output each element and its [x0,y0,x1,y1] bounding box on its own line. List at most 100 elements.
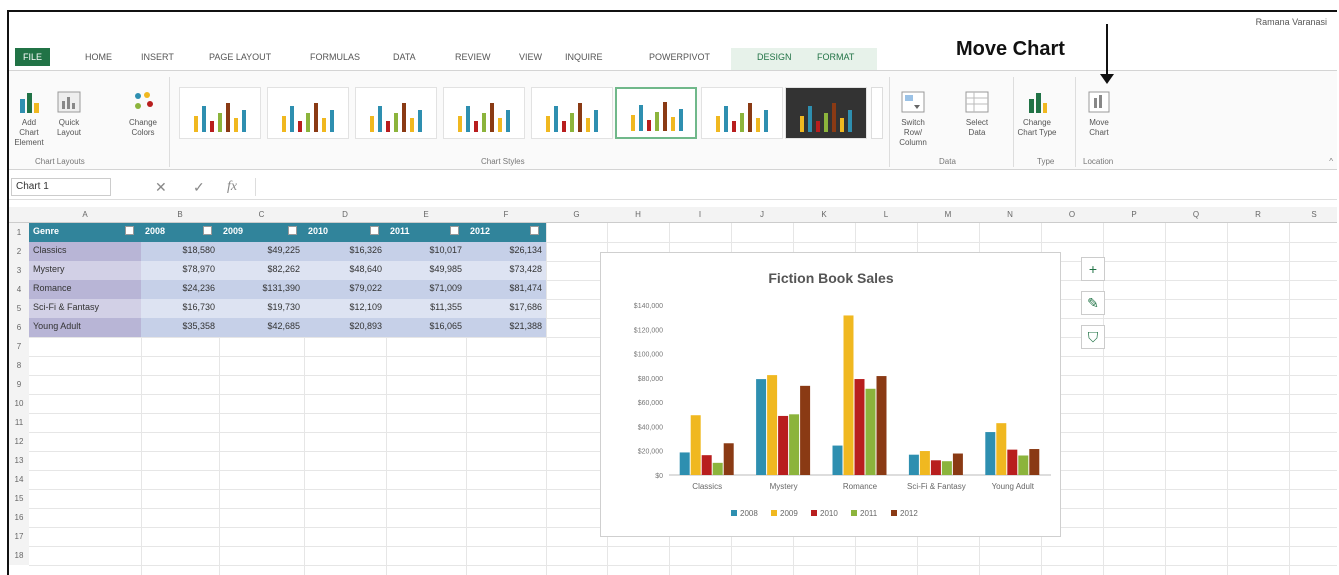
chart-style-thumb[interactable] [785,87,867,139]
plus-icon[interactable]: + [1081,257,1105,281]
tab-inquire[interactable]: INQUIRE [565,52,603,62]
row-header[interactable]: 16 [9,508,29,527]
bar-2012-sci-fi-fantasy[interactable] [952,453,963,475]
bar-2009-young-adult[interactable] [996,423,1007,475]
row-header[interactable]: 7 [9,337,29,356]
name-box[interactable]: Chart 1 [11,178,111,196]
select-data-button[interactable]: Select Data [959,89,995,138]
bar-2009-classics[interactable] [690,415,701,475]
chart-style-thumb[interactable] [443,87,525,139]
formula-input[interactable] [255,178,1335,196]
table-cell[interactable]: $16,730 [141,299,219,318]
chart-style-thumb[interactable] [701,87,783,139]
bar-2008-young-adult[interactable] [985,432,996,475]
table-cell[interactable]: $78,970 [141,261,219,280]
table-cell[interactable]: $19,730 [219,299,304,318]
tab-review[interactable]: REVIEW [455,52,491,62]
filter-dropdown-icon[interactable] [203,226,212,235]
filter-icon[interactable]: ⛉ [1081,325,1105,349]
collapse-ribbon-icon[interactable]: ^ [1329,157,1333,166]
bar-2008-sci-fi-fantasy[interactable] [908,454,919,475]
user-name[interactable]: Ramana Varanasi [1256,17,1327,27]
table-cell[interactable]: $49,225 [219,242,304,261]
bar-2011-romance[interactable] [865,388,876,475]
table-header-cell[interactable]: 2012 [466,223,546,242]
bar-2010-sci-fi-fantasy[interactable] [930,460,941,475]
column-header[interactable]: M [917,210,979,219]
table-header-cell[interactable]: Genre [29,223,141,242]
row-header[interactable]: 15 [9,489,29,508]
enter-icon[interactable]: ✓ [193,179,205,196]
column-header[interactable]: I [669,210,731,219]
row-header[interactable]: 12 [9,432,29,451]
quick-layout-button[interactable]: Quick Layout [51,89,87,138]
table-cell[interactable]: $49,985 [386,261,466,280]
legend-entry[interactable]: 2009 [780,509,798,518]
table-cell[interactable]: $18,580 [141,242,219,261]
table-cell[interactable]: $82,262 [219,261,304,280]
tab-page-layout[interactable]: PAGE LAYOUT [209,52,271,62]
table-cell[interactable]: $21,388 [466,318,546,337]
bar-2011-sci-fi-fantasy[interactable] [941,461,952,475]
gallery-scroll-icon[interactable] [871,87,883,139]
table-cell[interactable]: $12,109 [304,299,386,318]
column-header[interactable]: N [979,210,1041,219]
bar-2009-romance[interactable] [843,315,854,475]
legend-entry[interactable]: 2011 [860,509,878,518]
table-cell[interactable]: $16,326 [304,242,386,261]
legend-entry[interactable]: 2012 [900,509,918,518]
filter-dropdown-icon[interactable] [450,226,459,235]
row-header[interactable]: 4 [9,280,29,299]
column-header[interactable]: L [855,210,917,219]
filter-dropdown-icon[interactable] [288,226,297,235]
legend-entry[interactable]: 2010 [820,509,838,518]
bar-2012-mystery[interactable] [800,385,811,475]
chart-style-thumb[interactable] [615,87,697,139]
filter-dropdown-icon[interactable] [530,226,539,235]
table-cell[interactable]: $10,017 [386,242,466,261]
bar-2012-classics[interactable] [723,443,734,475]
change-chart-type-button[interactable]: Change Chart Type [1017,89,1057,138]
row-header[interactable]: 6 [9,318,29,337]
table-cell[interactable]: $26,134 [466,242,546,261]
tab-file[interactable]: FILE [15,48,51,66]
tab-data[interactable]: DATA [393,52,416,62]
column-header[interactable]: E [386,210,466,219]
table-header-cell[interactable]: 2011 [386,223,466,242]
column-header[interactable]: F [466,210,546,219]
insert-function-icon[interactable]: fx [227,179,237,195]
row-header[interactable]: 17 [9,527,29,546]
bar-2008-mystery[interactable] [756,379,767,475]
bar-2011-classics[interactable] [712,462,723,475]
column-header[interactable]: C [219,210,304,219]
table-cell[interactable]: Mystery [29,261,141,280]
chart-style-thumb[interactable] [531,87,613,139]
filter-dropdown-icon[interactable] [370,226,379,235]
switch-row-column-button[interactable]: Switch Row/ Column [893,89,933,148]
filter-dropdown-icon[interactable] [125,226,134,235]
row-header[interactable]: 8 [9,356,29,375]
bar-2010-romance[interactable] [854,379,865,475]
table-cell[interactable]: $79,022 [304,280,386,299]
table-cell[interactable]: Young Adult [29,318,141,337]
column-header[interactable]: R [1227,210,1289,219]
row-header[interactable]: 10 [9,394,29,413]
table-cell[interactable]: $24,236 [141,280,219,299]
table-cell[interactable]: $35,358 [141,318,219,337]
brush-icon[interactable]: ✎ [1081,291,1105,315]
column-header[interactable]: D [304,210,386,219]
bar-2009-sci-fi-fantasy[interactable] [919,451,930,475]
table-cell[interactable]: $20,893 [304,318,386,337]
chart-object[interactable]: Fiction Book Sales $0 $20,000 $40,000 $60,00… [600,252,1061,537]
row-header[interactable]: 11 [9,413,29,432]
tab-design[interactable]: DESIGN [757,52,792,62]
chart-style-thumb[interactable] [267,87,349,139]
column-header[interactable]: B [141,210,219,219]
table-cell[interactable]: $17,686 [466,299,546,318]
table-cell[interactable]: $71,009 [386,280,466,299]
table-cell[interactable]: $73,428 [466,261,546,280]
table-cell[interactable]: $131,390 [219,280,304,299]
tab-formulas[interactable]: FORMULAS [310,52,360,62]
table-cell[interactable]: $48,640 [304,261,386,280]
column-header[interactable]: K [793,210,855,219]
